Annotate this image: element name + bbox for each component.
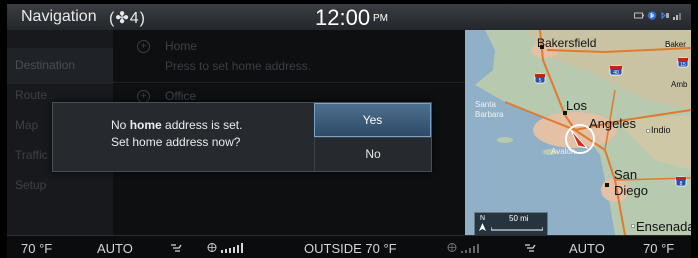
- passenger-fan-speed-icon[interactable]: [447, 242, 493, 253]
- svg-text:15: 15: [680, 62, 686, 68]
- interstate-8-shield: 8: [675, 176, 687, 187]
- home-label: Home: [165, 39, 198, 53]
- map-label-ensenada: Ensenada: [636, 219, 691, 234]
- set-home-dialog: No home address is set. Set home address…: [52, 102, 432, 172]
- status-icons: [634, 11, 683, 20]
- interstate-40-shield: 40: [609, 65, 623, 76]
- map-label-avalon: Avalon: [551, 147, 576, 156]
- clock-time: 12:00: [315, 5, 371, 30]
- status-bar: Navigation (✤4) 12:00 PM: [7, 4, 691, 31]
- home-hint: Press to set home address.: [165, 59, 312, 73]
- map-label-santa: Santa: [475, 100, 496, 109]
- left-auto-mode[interactable]: AUTO: [97, 241, 133, 256]
- dialog-message-line1: No home address is set.: [111, 118, 242, 132]
- dialog-text-address: address is set.: [161, 118, 243, 132]
- north-indicator: N: [480, 215, 486, 222]
- list-item-home[interactable]: + Home Press to set home address.: [113, 34, 465, 83]
- dialog-message-line2: Set home address now?: [111, 135, 241, 149]
- battery-icon: [634, 12, 644, 19]
- menu-item-traffic[interactable]: Traffic: [15, 148, 48, 162]
- signal-icon: [673, 13, 681, 20]
- bluetooth-icon: [647, 11, 657, 20]
- right-temperature[interactable]: 70 °F: [643, 241, 674, 256]
- outside-temperature: OUTSIDE 70 °F: [304, 241, 397, 256]
- menu-item-destination[interactable]: Destination: [15, 58, 75, 72]
- list-item-office[interactable]: + Office: [113, 84, 465, 104]
- office-label: Office: [165, 89, 197, 103]
- head-unit-screen: Navigation (✤4) 12:00 PM Destination Rou…: [7, 4, 691, 258]
- menu-item-map[interactable]: Map: [15, 118, 38, 132]
- map-label-san: San: [614, 167, 638, 182]
- map-label-amb: Amb: [671, 80, 688, 89]
- map-label-angeles: Angeles: [589, 116, 636, 131]
- map-label-diego: Diego: [614, 183, 648, 198]
- fan-speed-icon[interactable]: [207, 242, 255, 253]
- dialog-text-no: No: [111, 118, 130, 132]
- interstate-5-shield: 5: [534, 73, 546, 84]
- climate-bar: 70 °F AUTO OUTSIDE 70 °F AUTO 70 °F: [7, 235, 691, 258]
- bluetooth-phone-icon: [661, 12, 669, 19]
- map-scale: N 50 mi: [474, 212, 548, 235]
- map-view[interactable]: 5 40 15 8 Bakersfield Baker Amb Los Ange…: [465, 30, 691, 235]
- right-auto-mode[interactable]: AUTO: [569, 241, 605, 256]
- svg-text:5: 5: [539, 78, 542, 84]
- menu-item-route[interactable]: Route: [15, 88, 47, 102]
- yes-button[interactable]: Yes: [314, 103, 431, 137]
- svg-text:8: 8: [680, 181, 683, 187]
- map-label-bakersfield: Bakersfield: [537, 36, 597, 50]
- map-label-los: Los: [566, 98, 587, 113]
- scale-bar-icon: [491, 227, 543, 231]
- clock-ampm: PM: [373, 13, 388, 24]
- menu-item-setup[interactable]: Setup: [15, 178, 46, 192]
- map-label-barbara: Barbara: [475, 110, 504, 119]
- screen-title: Navigation: [21, 8, 97, 25]
- north-arrow-icon: [479, 223, 486, 231]
- map-label-indio: Indio: [651, 125, 671, 135]
- left-temperature[interactable]: 70 °F: [21, 241, 52, 256]
- add-icon: +: [137, 40, 150, 53]
- passenger-airflow-icon[interactable]: [523, 242, 539, 253]
- airflow-mode-icon[interactable]: [169, 242, 185, 253]
- no-button[interactable]: No: [314, 137, 431, 171]
- scale-distance: 50 mi: [509, 214, 529, 223]
- interstate-15-shield: 15: [677, 57, 689, 68]
- svg-text:40: 40: [613, 70, 619, 76]
- map-label-baker: Baker: [665, 40, 686, 49]
- dialog-text-home: home: [129, 118, 162, 132]
- navigation-count: (✤4): [109, 10, 146, 27]
